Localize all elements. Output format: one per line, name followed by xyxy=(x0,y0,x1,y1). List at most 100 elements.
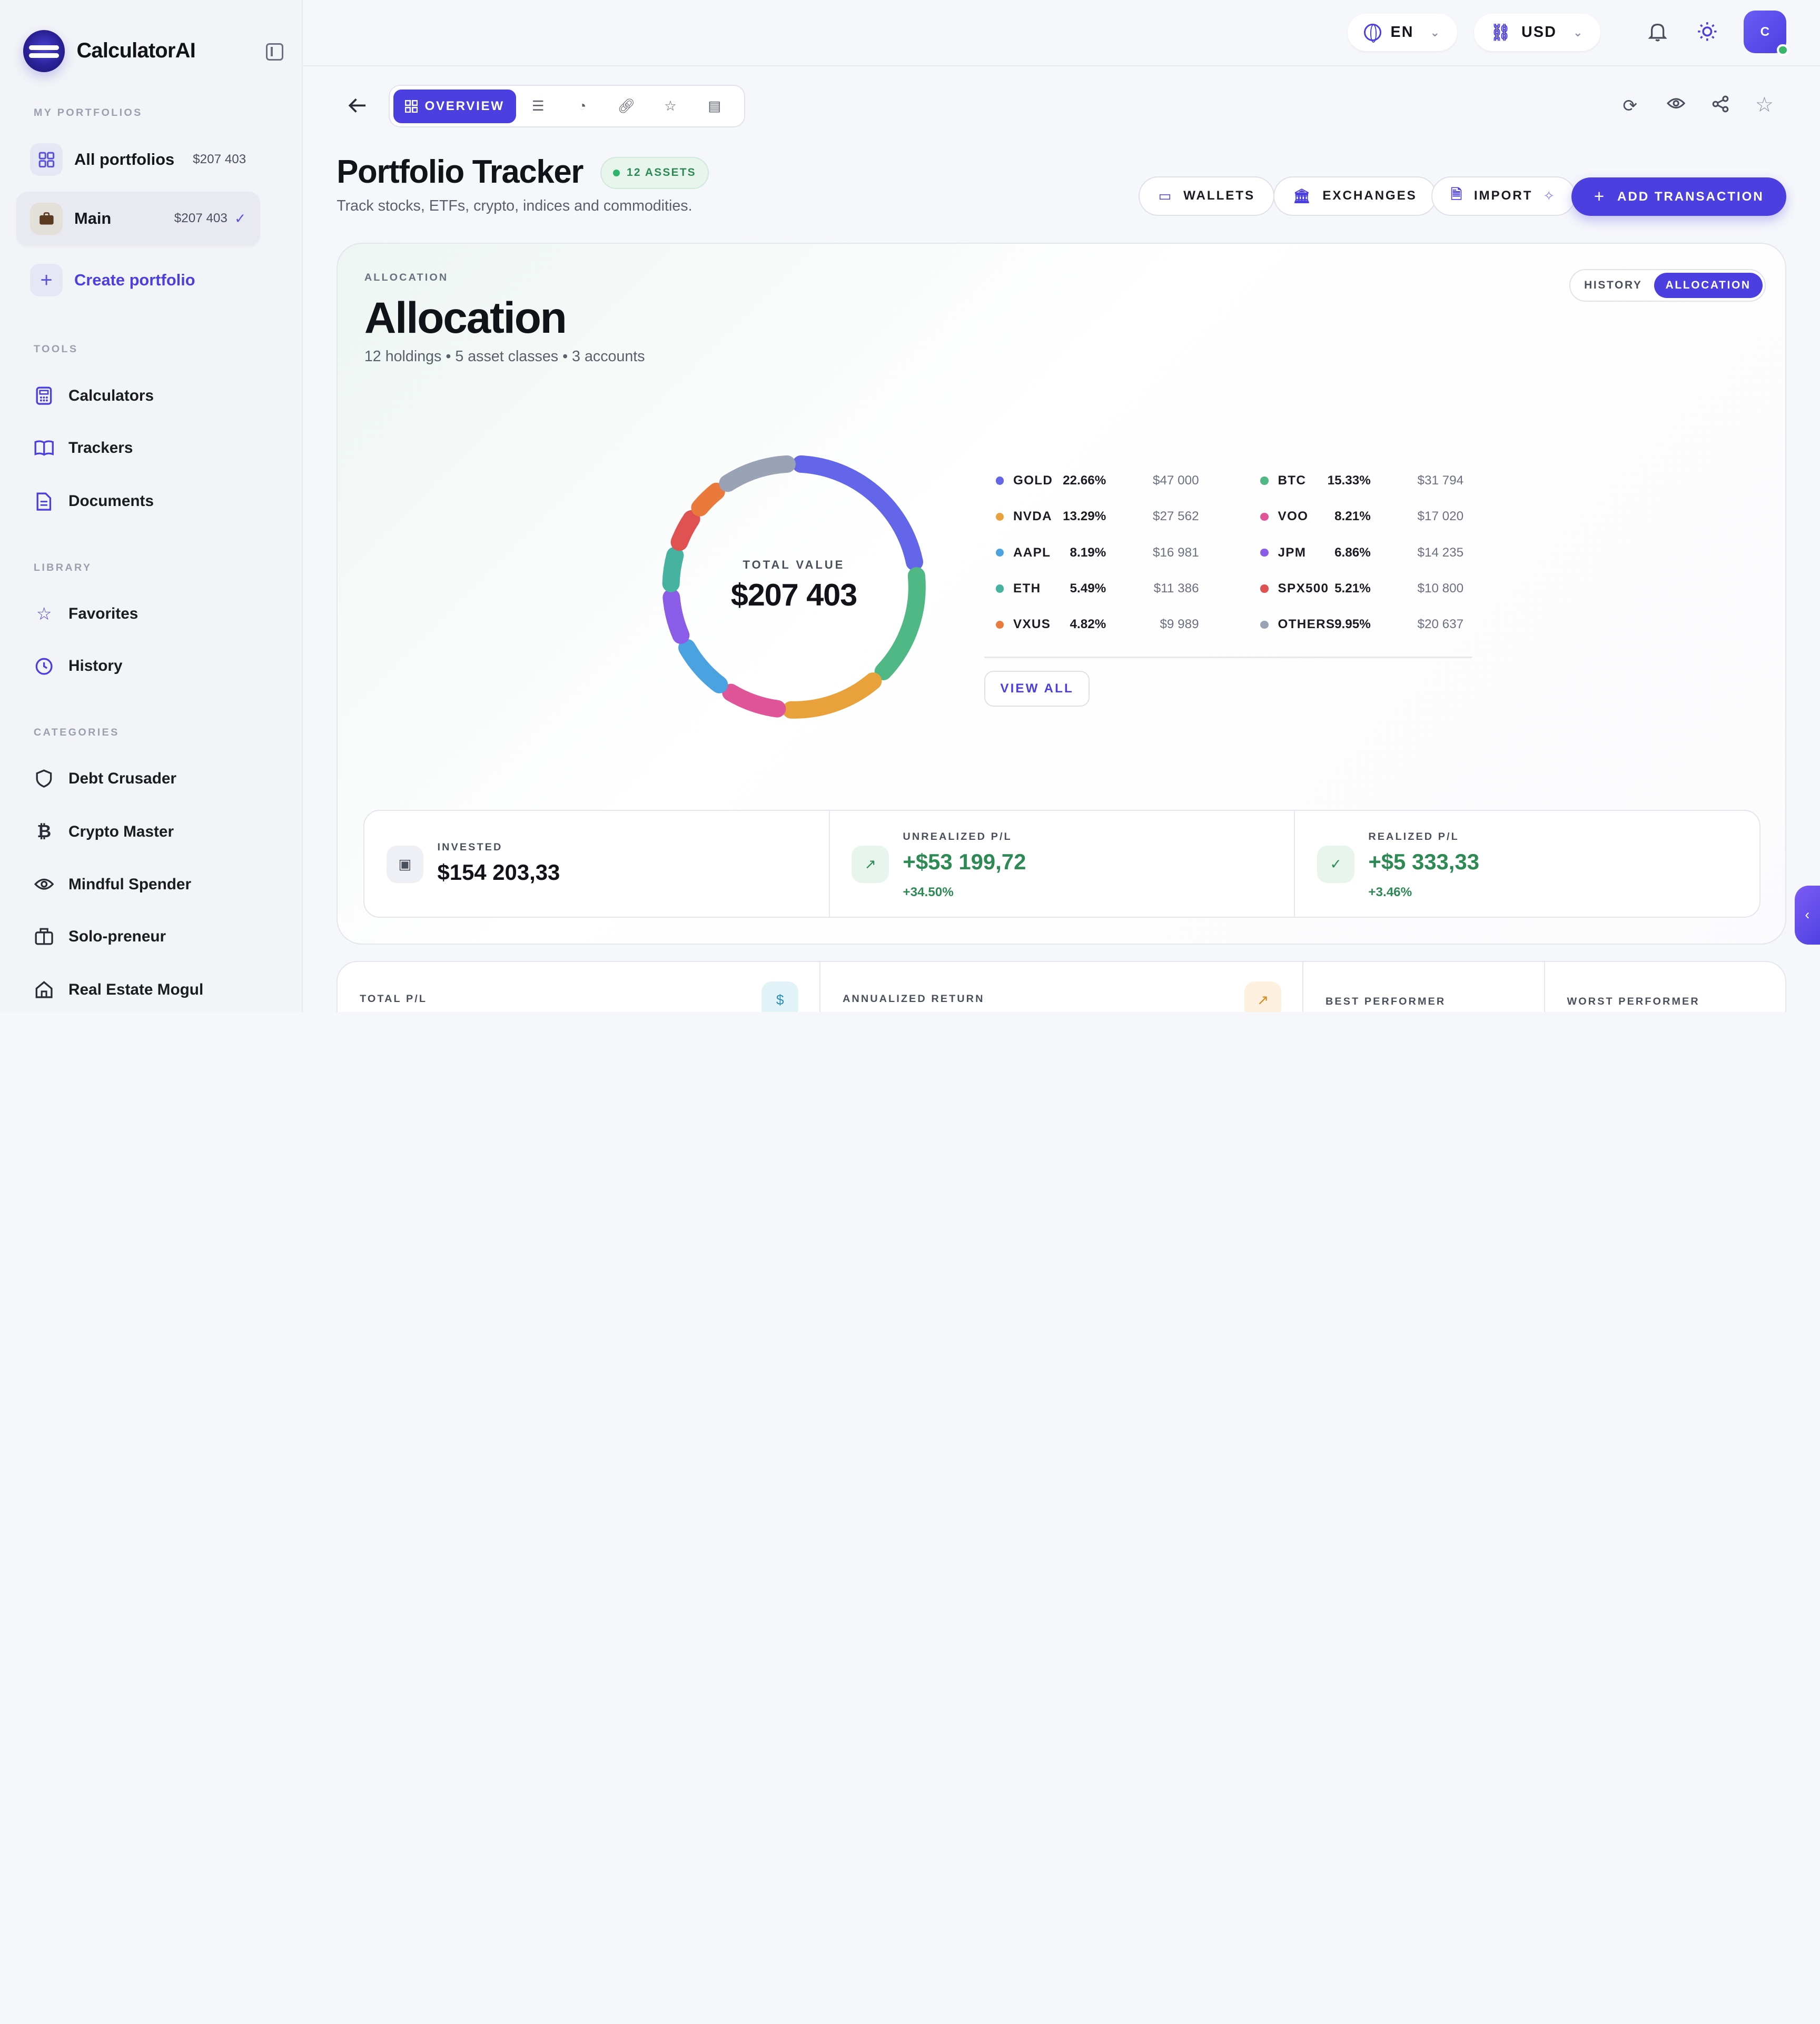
total-value: $207 403 xyxy=(730,577,857,613)
stat-value: +$5 333,33 xyxy=(1368,849,1479,874)
sidebar-item-documents[interactable]: Documents xyxy=(34,491,154,512)
sidebar-collapse-icon[interactable] xyxy=(265,43,283,61)
legend-percent: 5.21% xyxy=(1334,581,1371,596)
star-icon: ☆ xyxy=(36,604,52,624)
legend-item[interactable]: NVDA 13.29% $27 562 xyxy=(995,509,1199,524)
sidebar-item-calculators[interactable]: Calculators xyxy=(34,385,154,406)
create-portfolio-label: Create portfolio xyxy=(74,271,195,290)
exchanges-button[interactable]: 🏛︎ EXCHANGES xyxy=(1273,176,1437,216)
legend-value: $11 386 xyxy=(1153,581,1199,596)
library-section-label: LIBRARY xyxy=(33,561,92,573)
sidebar-item-label: Real Estate Mogul xyxy=(68,981,204,999)
legend-value: $27 562 xyxy=(1152,509,1199,524)
toggle-history[interactable]: HISTORY xyxy=(1572,273,1654,298)
legend-percent: 15.33% xyxy=(1327,473,1371,488)
toggle-allocation[interactable]: ALLOCATION xyxy=(1654,272,1763,299)
tab-report[interactable]: ▤ xyxy=(693,90,737,123)
legend-item[interactable]: OTHERS 9.95% $20 637 xyxy=(1260,617,1463,632)
donut-segment-vxus[interactable] xyxy=(691,483,725,517)
legend-dot xyxy=(1260,477,1269,485)
eye-icon[interactable] xyxy=(1667,95,1686,115)
portfolio-name: Main xyxy=(74,209,112,228)
sidebar-item-solo-preneur[interactable]: Solo-preneur xyxy=(34,926,166,947)
legend-dot xyxy=(1260,620,1269,629)
sidebar-item-debt-crusader[interactable]: Debt Crusader xyxy=(34,768,176,789)
bell-icon[interactable] xyxy=(1645,18,1670,44)
sidebar-item-favorites[interactable]: ☆ Favorites xyxy=(34,603,138,624)
best-performer-label: BEST PERFORMER xyxy=(1326,995,1446,1007)
legend-dot xyxy=(995,512,1004,521)
create-portfolio-button[interactable]: + Create portfolio xyxy=(16,253,260,307)
sidebar-item-label: Debt Crusader xyxy=(68,769,177,787)
donut-segment-aapl[interactable] xyxy=(678,639,728,694)
briefcase-icon xyxy=(30,202,63,235)
legend-percent: 5.49% xyxy=(1070,581,1106,596)
donut-segment-others[interactable] xyxy=(719,455,796,492)
sidebar-item-real-estate-mogul[interactable]: Real Estate Mogul xyxy=(34,979,203,1000)
legend-percent: 8.21% xyxy=(1334,509,1371,524)
total-value-label: TOTAL VALUE xyxy=(743,558,845,571)
sidebar-item-trackers[interactable]: Trackers xyxy=(34,438,133,459)
currency-select[interactable]: ⛓ USD ⌄ xyxy=(1474,14,1600,51)
portfolios-section-label: MY PORTFOLIOS xyxy=(33,106,143,118)
arrow-left-icon[interactable] xyxy=(348,95,367,119)
refresh-icon[interactable]: ⟳ xyxy=(1623,95,1637,116)
view-all-button[interactable]: VIEW ALL xyxy=(984,670,1090,707)
portfolio-all[interactable]: All portfolios $207 403 xyxy=(16,132,260,187)
stats-panel: ▣ INVESTED $154 203,33 ↗ UNREALIZED P/L … xyxy=(363,810,1761,918)
donut-segment-nvda[interactable] xyxy=(782,672,882,719)
star-icon[interactable]: ☆ xyxy=(1755,93,1774,117)
portfolio-name: All portfolios xyxy=(74,150,175,169)
share-icon[interactable] xyxy=(1712,95,1729,117)
legend-item[interactable]: VXUS 4.82% $9 989 xyxy=(995,617,1199,632)
add-transaction-button[interactable]: + ADD TRANSACTION xyxy=(1571,177,1787,216)
tab-links[interactable]: 🔗︎ xyxy=(604,90,648,123)
user-avatar[interactable]: C xyxy=(1743,10,1789,56)
brand[interactable]: CalculatorAI xyxy=(23,30,196,72)
file-import-icon: 🗎︎ xyxy=(1450,186,1464,202)
legend-item[interactable]: SPX500 5.21% $10 800 xyxy=(1260,581,1463,596)
legend-symbol: JPM xyxy=(1278,545,1307,560)
sidebar-item-mindful-spender[interactable]: Mindful Spender xyxy=(34,874,191,895)
check-icon: ✓ xyxy=(234,210,246,226)
sidebar-item-crypto-master[interactable]: ₿ Crypto Master xyxy=(34,822,174,843)
tab-favorites[interactable]: ☆ xyxy=(648,90,693,123)
sun-icon[interactable] xyxy=(1695,18,1720,44)
pie-chart-icon: ◔ xyxy=(578,98,587,114)
legend-item[interactable]: AAPL 8.19% $16 981 xyxy=(995,545,1199,560)
annualized-return-label: ANNUALIZED RETURN xyxy=(843,993,985,1005)
portfolio-main[interactable]: Main $207 403 ✓ xyxy=(16,191,260,246)
grid-icon xyxy=(30,143,63,176)
trending-up-icon: ↗ xyxy=(1244,981,1282,1012)
language-select[interactable]: EN ⌄ xyxy=(1347,14,1458,51)
chevron-down-icon: ⌄ xyxy=(1430,25,1441,39)
legend-item[interactable]: GOLD 22.66% $47 000 xyxy=(995,473,1199,488)
legend-item[interactable]: VOO 8.21% $17 020 xyxy=(1260,509,1463,524)
tab-overview[interactable]: OVERVIEW xyxy=(393,89,516,123)
import-button[interactable]: 🗎︎ IMPORT ✧ xyxy=(1431,176,1576,216)
stat-value: $154 203,33 xyxy=(437,859,560,885)
legend-item[interactable]: JPM 6.86% $14 235 xyxy=(1260,545,1463,560)
total-pl-label: TOTAL P/L xyxy=(360,993,428,1005)
clock-icon xyxy=(34,656,55,677)
import-label: IMPORT xyxy=(1473,188,1533,203)
tab-list[interactable]: ☰ xyxy=(516,90,560,123)
sidebar-item-history[interactable]: History xyxy=(34,656,123,677)
legend-percent: 13.29% xyxy=(1063,509,1106,524)
legend-symbol: AAPL xyxy=(1013,545,1051,560)
legend-item[interactable]: BTC 15.33% $31 794 xyxy=(1260,473,1463,488)
tab-pie[interactable]: ◔ xyxy=(560,90,605,123)
donut-segment-voo[interactable] xyxy=(721,684,786,718)
legend-percent: 9.95% xyxy=(1334,617,1371,632)
chevron-down-icon: ⌄ xyxy=(1572,25,1584,39)
donut-segment-gold[interactable] xyxy=(792,455,923,571)
legend-dot xyxy=(1260,512,1269,521)
donut-segment-spx500[interactable] xyxy=(670,510,700,551)
legend-divider xyxy=(984,657,1472,658)
best-performer: BEST PERFORMER xyxy=(1303,962,1544,1012)
stat-unrealized: ↗ UNREALIZED P/L +$53 199,72 +34.50% xyxy=(830,811,1295,917)
legend-item[interactable]: ETH 5.49% $11 386 xyxy=(995,581,1199,596)
wallets-button[interactable]: ▭ WALLETS xyxy=(1139,176,1275,216)
side-panel-toggle[interactable]: ‹ xyxy=(1794,885,1820,945)
plus-icon: + xyxy=(1594,186,1606,206)
